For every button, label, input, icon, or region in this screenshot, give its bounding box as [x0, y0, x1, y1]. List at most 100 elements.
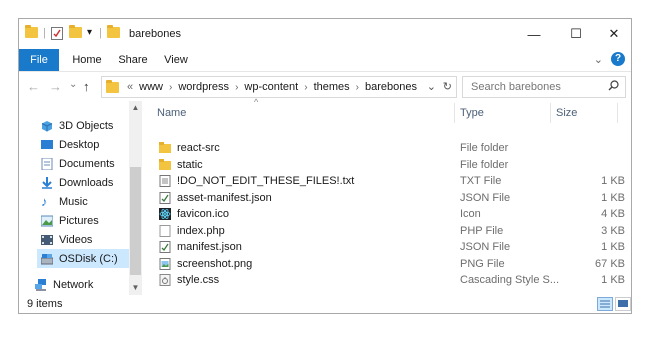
desktop-icon: [41, 139, 53, 151]
search-placeholder: Search barebones: [471, 81, 561, 93]
sidebar-item-osdisk[interactable]: OSDisk (C:): [37, 249, 129, 268]
window-title: barebones: [129, 28, 181, 40]
react-icon: [159, 208, 171, 221]
videos-icon: [41, 234, 53, 246]
sidebar-item-music[interactable]: ♪ Music: [41, 192, 129, 211]
scroll-thumb[interactable]: [130, 167, 141, 275]
file-size: 1 KB: [601, 274, 625, 287]
recent-locations-icon[interactable]: ⌄: [69, 79, 77, 90]
breadcrumb-barebones[interactable]: barebones: [365, 81, 417, 93]
breadcrumb-overflow-icon[interactable]: «: [127, 81, 133, 93]
sort-ascending-icon: ^: [254, 97, 259, 107]
address-dropdown-icon[interactable]: ⌄: [427, 80, 436, 93]
tab-view[interactable]: View: [161, 49, 191, 71]
drive-icon: [40, 253, 54, 265]
sidebar-item-documents[interactable]: Documents: [41, 154, 129, 173]
refresh-icon[interactable]: ↻: [443, 80, 452, 93]
title-separator: |: [99, 27, 102, 39]
file-size: 1 KB: [601, 241, 625, 254]
sidebar-item-label: Downloads: [59, 176, 114, 189]
file-name: manifest.json: [177, 241, 242, 254]
file-name: screenshot.png: [177, 257, 253, 270]
file-row[interactable]: react-src File folder: [147, 140, 631, 157]
scroll-up-arrow-icon[interactable]: ▲: [130, 103, 141, 112]
breadcrumb-wp-content[interactable]: wp-content: [244, 81, 298, 93]
title-bar: | ▾ | barebones — ☐ ✕: [19, 19, 631, 49]
minimize-button[interactable]: —: [515, 19, 553, 49]
file-type: Icon: [460, 208, 481, 221]
address-folder-icon: [106, 79, 119, 93]
column-divider[interactable]: [454, 103, 455, 123]
close-button[interactable]: ✕: [595, 19, 633, 49]
up-arrow-icon[interactable]: ↑: [83, 79, 90, 94]
file-row[interactable]: style.css Cascading Style S... 1 KB: [147, 272, 631, 289]
file-type: Cascading Style S...: [460, 274, 560, 287]
blank-file-icon: [159, 224, 171, 237]
sidebar-item-label: 3D Objects: [59, 119, 114, 132]
navigation-scrollbar[interactable]: ▲ ▼: [129, 101, 142, 295]
customize-toolbar-icon[interactable]: ▾: [87, 27, 92, 38]
expand-ribbon-icon[interactable]: ⌄: [594, 53, 603, 66]
window-folder-icon: [107, 25, 120, 38]
sidebar-item-downloads[interactable]: Downloads: [41, 173, 129, 192]
tab-home[interactable]: Home: [69, 49, 105, 71]
file-size: 1 KB: [601, 191, 625, 204]
file-size: 67 KB: [595, 257, 625, 270]
file-name: react-src: [177, 142, 220, 155]
downloads-icon: [41, 176, 53, 189]
navigation-pane: 3D Objects Desktop Documents Downloads ♪…: [19, 101, 143, 295]
search-input[interactable]: Search barebones: [462, 76, 626, 98]
large-icons-view-button[interactable]: [615, 297, 631, 311]
sidebar-item-label: Music: [59, 195, 88, 208]
sidebar-item-label: Pictures: [59, 214, 99, 227]
file-row[interactable]: index.php PHP File 3 KB: [147, 223, 631, 240]
sidebar-item-3d-objects[interactable]: 3D Objects: [41, 116, 129, 135]
properties-icon[interactable]: [51, 27, 63, 40]
large-icons-view-icon: [618, 300, 628, 307]
file-type: File folder: [460, 142, 509, 155]
back-arrow-icon[interactable]: ←: [27, 79, 40, 94]
details-view-button[interactable]: [597, 297, 613, 311]
breadcrumb: « www › wordpress › wp-content › themes …: [119, 81, 417, 93]
status-bar: 9 items: [19, 295, 631, 315]
file-name: style.css: [177, 274, 220, 287]
image-file-icon: [159, 257, 171, 270]
sidebar-item-label: Desktop: [59, 138, 100, 151]
file-row[interactable]: screenshot.png PNG File 67 KB: [147, 256, 631, 273]
column-header-type[interactable]: Type: [460, 103, 484, 123]
column-divider[interactable]: [550, 103, 551, 123]
sidebar-item-videos[interactable]: Videos: [41, 230, 129, 249]
forward-arrow-icon[interactable]: →: [49, 79, 62, 94]
address-bar[interactable]: « www › wordpress › wp-content › themes …: [101, 76, 457, 98]
search-icon[interactable]: [608, 80, 619, 94]
breadcrumb-www[interactable]: www: [139, 81, 163, 93]
help-icon[interactable]: ?: [611, 52, 625, 66]
column-divider[interactable]: [617, 103, 618, 123]
json-file-icon: [159, 191, 171, 204]
details-view-icon: [600, 300, 610, 308]
breadcrumb-wordpress[interactable]: wordpress: [178, 81, 229, 93]
folder-icon: [159, 158, 171, 171]
css-file-icon: [159, 274, 171, 287]
file-row[interactable]: !DO_NOT_EDIT_THESE_FILES!.txt TXT File 1…: [147, 173, 631, 190]
tab-file[interactable]: File: [19, 49, 59, 71]
column-header-size[interactable]: Size: [556, 103, 577, 123]
sidebar-item-desktop[interactable]: Desktop: [41, 135, 129, 154]
scroll-down-arrow-icon[interactable]: ▼: [130, 283, 141, 292]
tab-share[interactable]: Share: [115, 49, 151, 71]
file-row[interactable]: favicon.ico Icon 4 KB: [147, 206, 631, 223]
file-row[interactable]: manifest.json JSON File 1 KB: [147, 239, 631, 256]
sidebar-item-network[interactable]: Network: [35, 275, 123, 294]
maximize-button[interactable]: ☐: [557, 19, 595, 49]
file-row[interactable]: static File folder: [147, 157, 631, 174]
file-row[interactable]: asset-manifest.json JSON File 1 KB: [147, 190, 631, 207]
breadcrumb-themes[interactable]: themes: [314, 81, 350, 93]
item-count: 9 items: [27, 298, 63, 310]
breadcrumb-chevron-icon: ›: [168, 81, 173, 93]
network-icon: [35, 278, 47, 291]
quick-access-folder-icon[interactable]: [25, 25, 38, 38]
sidebar-item-pictures[interactable]: Pictures: [40, 211, 129, 230]
new-folder-icon[interactable]: [69, 25, 82, 38]
column-header-name[interactable]: Name: [157, 103, 186, 123]
file-name: favicon.ico: [177, 208, 229, 221]
